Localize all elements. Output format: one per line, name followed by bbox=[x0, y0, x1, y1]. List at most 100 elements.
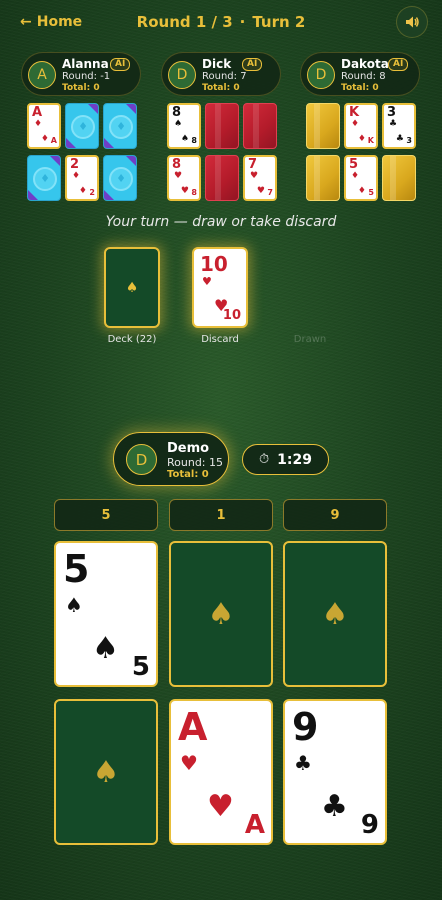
card-back-pattern bbox=[33, 167, 57, 191]
opponent-name: Alanna bbox=[62, 57, 109, 71]
player-card-face-up[interactable]: 5 ♠ ♠ 5 bbox=[54, 541, 158, 687]
heart-icon: ♥ bbox=[180, 186, 189, 196]
card-rank: 2 bbox=[89, 188, 95, 197]
card-rank: 2 bbox=[70, 157, 80, 172]
card-rank: 8 bbox=[172, 157, 182, 172]
card-rank: A bbox=[50, 136, 57, 145]
player-card-face-up[interactable]: 9 ♣ ♣ 9 bbox=[283, 699, 387, 845]
card-back-pattern bbox=[88, 104, 98, 114]
column-sum: 5 bbox=[54, 499, 158, 531]
card-rank: 10 bbox=[200, 252, 228, 276]
draw-deck[interactable]: ♠ bbox=[104, 247, 160, 328]
round-text: Round 1 / 3 bbox=[136, 13, 233, 31]
card-back-pattern bbox=[50, 156, 60, 166]
heart-icon: ♥ bbox=[250, 171, 259, 181]
opponent-card-face-down bbox=[243, 103, 277, 149]
spade-icon: ♠ bbox=[207, 596, 235, 632]
opponent-card-grid: 8 ♠ ♠ 8 8 ♥ ♥ 8 7 ♥ ♥ 7 bbox=[167, 103, 277, 201]
opponent-round-score: Round: -1 bbox=[62, 71, 111, 82]
card-rank: 8 bbox=[191, 136, 197, 145]
club-icon: ♣ bbox=[389, 119, 398, 129]
speaker-icon bbox=[406, 16, 419, 28]
discard-pile[interactable]: 10 ♥ ♥ 10 bbox=[192, 247, 248, 328]
opponent-name: Dick bbox=[202, 57, 232, 71]
sound-toggle-button[interactable] bbox=[396, 6, 428, 38]
column-sum: 1 bbox=[169, 499, 273, 531]
card-back-pattern bbox=[104, 138, 114, 148]
turn-instruction: Your turn — draw or take discard bbox=[105, 214, 337, 230]
card-back-pattern bbox=[28, 190, 38, 200]
opponent-round-score: Round: 7 bbox=[202, 71, 247, 82]
card-rank: 8 bbox=[172, 105, 182, 120]
spade-icon: ♠ bbox=[125, 279, 139, 296]
card-rank: A bbox=[244, 810, 265, 840]
player-card-face-down[interactable]: ♠ bbox=[169, 541, 273, 687]
diamond-icon: ♦ bbox=[78, 186, 87, 196]
card-rank: A bbox=[32, 105, 43, 120]
player-card-face-down[interactable]: ♠ bbox=[283, 541, 387, 687]
opponent-badge: A Alanna AI Round: -1 Total: 0 bbox=[21, 52, 141, 96]
card-rank: K bbox=[367, 136, 374, 145]
avatar: D bbox=[126, 444, 157, 475]
card-back-pattern bbox=[104, 190, 114, 200]
player-badge: D Demo Round: 15 Total: 0 bbox=[113, 432, 229, 486]
column-sum: 9 bbox=[283, 499, 387, 531]
diamond-icon: ♦ bbox=[40, 134, 49, 144]
opponent-card-face-down bbox=[103, 103, 137, 149]
opponent-card-face-up: K ♦ ♦ K bbox=[344, 103, 378, 149]
club-icon: ♣ bbox=[395, 134, 404, 144]
player-card-face-down[interactable]: ♠ bbox=[54, 699, 158, 845]
opponent-card-face-down bbox=[306, 155, 340, 201]
player-name: Demo bbox=[167, 441, 210, 456]
spade-icon: ♠ bbox=[92, 631, 119, 666]
opponent-panel: A Alanna AI Round: -1 Total: 0 bbox=[21, 52, 141, 96]
heart-icon: ♥ bbox=[202, 275, 212, 288]
opponent-card-face-down bbox=[205, 155, 239, 201]
player-card-face-up[interactable]: A ♥ ♥ A bbox=[169, 699, 273, 845]
card-rank: 8 bbox=[191, 188, 197, 197]
opponent-card-face-down bbox=[306, 103, 340, 149]
card-rank: 3 bbox=[387, 105, 397, 120]
diamond-icon: ♦ bbox=[357, 186, 366, 196]
opponent-name: Dakota bbox=[341, 57, 389, 71]
club-icon: ♣ bbox=[321, 789, 348, 824]
timer-value: 1:29 bbox=[277, 451, 312, 468]
deck-label: Deck (22) bbox=[107, 334, 157, 345]
opponent-card-face-up: 3 ♣ ♣ 3 bbox=[382, 103, 416, 149]
opponent-panel: D Dick AI Round: 7 Total: 0 bbox=[161, 52, 281, 96]
card-back-pattern bbox=[126, 104, 136, 114]
turn-timer: ⏱ 1:29 bbox=[242, 444, 329, 475]
opponent-card-face-down bbox=[65, 103, 99, 149]
opponent-card-grid: K ♦ ♦ K 3 ♣ ♣ 3 5 ♦ ♦ 5 bbox=[306, 103, 416, 201]
club-icon: ♣ bbox=[294, 751, 312, 775]
card-back-pattern bbox=[66, 138, 76, 148]
opponent-total-score: Total: 0 bbox=[341, 83, 379, 93]
opponent-total-score: Total: 0 bbox=[202, 83, 240, 93]
card-rank: 9 bbox=[292, 705, 319, 749]
diamond-icon: ♦ bbox=[351, 119, 360, 129]
separator-dot: · bbox=[239, 13, 246, 31]
spade-icon: ♠ bbox=[92, 754, 120, 790]
diamond-icon: ♦ bbox=[351, 171, 360, 181]
diamond-icon: ♦ bbox=[34, 119, 43, 129]
opponent-card-face-up: 8 ♠ ♠ 8 bbox=[167, 103, 201, 149]
heart-icon: ♥ bbox=[256, 186, 265, 196]
opponent-panel: D Dakota AI Round: 8 Total: 0 bbox=[300, 52, 420, 96]
card-rank: 5 bbox=[349, 157, 359, 172]
opponent-badge: D Dakota AI Round: 8 Total: 0 bbox=[300, 52, 420, 96]
top-bar: ← Home Round 1 / 3 · Turn 2 bbox=[0, 0, 442, 46]
card-rank: 5 bbox=[131, 652, 150, 682]
diamond-icon: ♦ bbox=[72, 171, 81, 181]
ai-tag: AI bbox=[388, 58, 409, 71]
card-back-pattern bbox=[109, 167, 133, 191]
card-rank: 5 bbox=[368, 188, 374, 197]
card-rank: 9 bbox=[360, 810, 379, 840]
diamond-icon: ♦ bbox=[357, 134, 366, 144]
spade-icon: ♠ bbox=[174, 119, 183, 129]
avatar: A bbox=[28, 61, 56, 89]
opponent-card-face-up: 7 ♥ ♥ 7 bbox=[243, 155, 277, 201]
opponent-card-grid: A♦♦A2♦♦2 bbox=[27, 103, 137, 201]
ai-tag: AI bbox=[110, 58, 131, 71]
round-turn-title: Round 1 / 3 · Turn 2 bbox=[0, 13, 442, 31]
opponent-card-face-up: 8 ♥ ♥ 8 bbox=[167, 155, 201, 201]
